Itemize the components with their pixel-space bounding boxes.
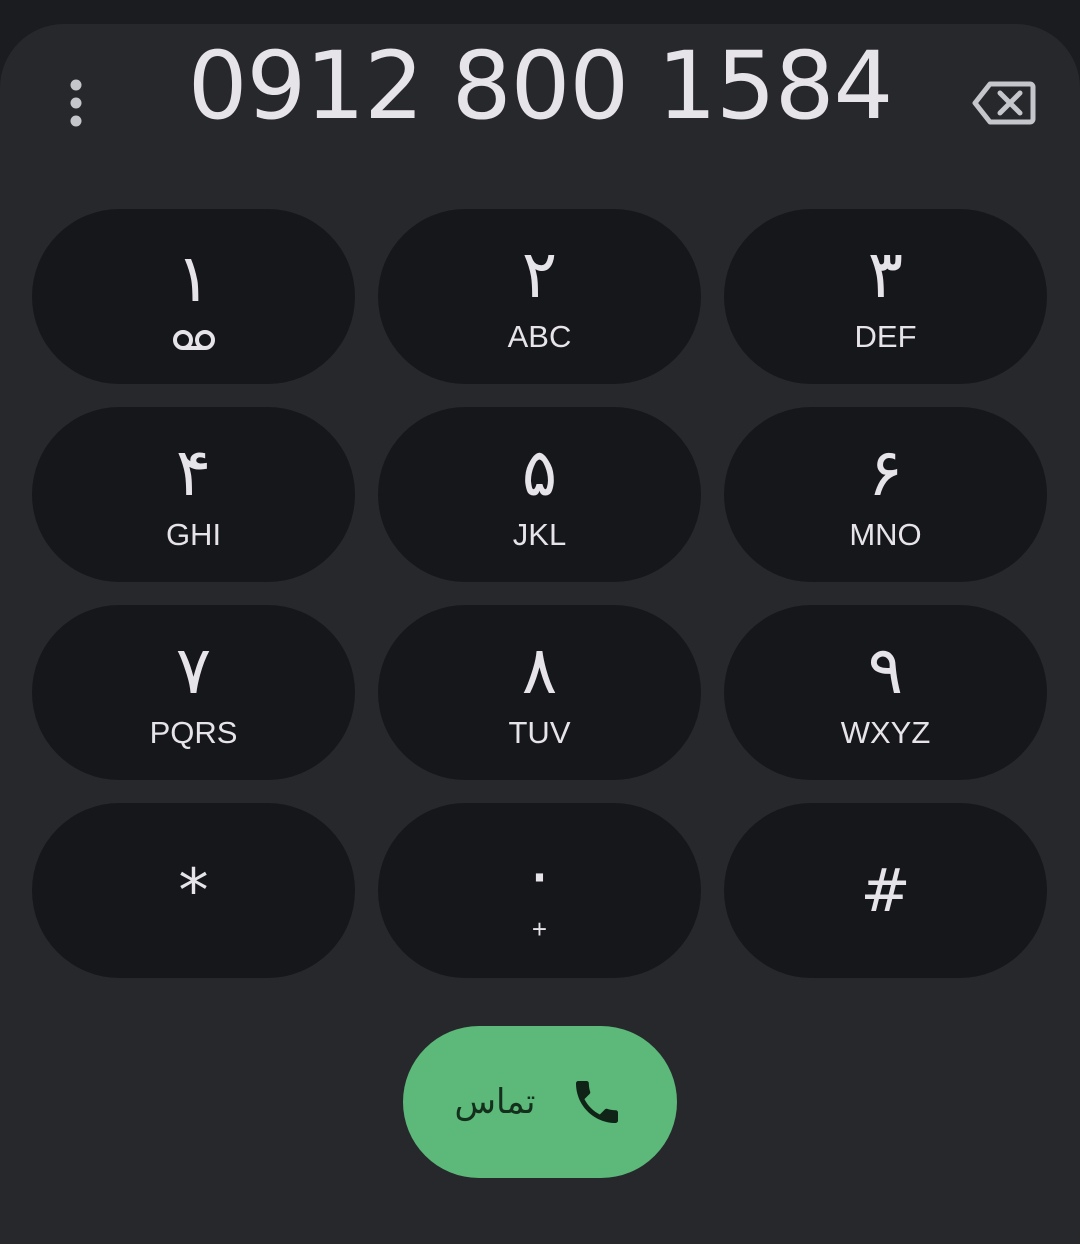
key-letters: +	[531, 913, 548, 944]
call-label: تماس	[454, 1082, 536, 1122]
key-9[interactable]: ۹ WXYZ	[724, 605, 1047, 780]
key-digit: ۸	[521, 631, 558, 709]
key-pound[interactable]: #	[724, 803, 1047, 978]
key-6[interactable]: ۶ MNO	[724, 407, 1047, 582]
dialer-header: 0912 800 1584	[0, 24, 1080, 154]
call-button[interactable]: تماس	[403, 1026, 677, 1178]
key-letters: PQRS	[149, 714, 238, 750]
key-digit: *	[178, 855, 209, 926]
key-letters: GHI	[165, 516, 222, 552]
key-letters: MNO	[849, 516, 922, 552]
key-digit: ۱	[175, 239, 212, 317]
dialed-number[interactable]: 0912 800 1584	[150, 32, 930, 142]
key-1[interactable]: ۱	[32, 209, 355, 384]
key-letters: ABC	[507, 318, 572, 354]
key-7[interactable]: ۷ PQRS	[32, 605, 355, 780]
key-8[interactable]: ۸ TUV	[378, 605, 701, 780]
key-digit: ۷	[175, 631, 212, 709]
key-3[interactable]: ۳ DEF	[724, 209, 1047, 384]
voicemail-icon	[172, 329, 215, 350]
key-digit: ۳	[867, 235, 904, 313]
key-5[interactable]: ۵ JKL	[378, 407, 701, 582]
key-letters: JKL	[512, 516, 567, 552]
key-4[interactable]: ۴ GHI	[32, 407, 355, 582]
more-options-button[interactable]	[46, 68, 106, 138]
key-digit: #	[860, 855, 911, 926]
key-letters: TUV	[508, 714, 571, 750]
key-letters: DEF	[854, 318, 917, 354]
dialpad: ۱ ۲ ABC ۳ DEF ۴ GHI ۵ JKL ۶ MNO ۷ PQRS ۸…	[32, 209, 1048, 978]
key-digit: ۹	[867, 631, 904, 709]
more-vert-icon	[70, 79, 82, 127]
backspace-button[interactable]	[964, 70, 1044, 136]
key-digit: ۲	[521, 235, 558, 313]
key-0[interactable]: ۰ +	[378, 803, 701, 978]
backspace-icon	[972, 81, 1036, 125]
key-digit: ۴	[175, 433, 212, 511]
key-letters: WXYZ	[840, 714, 931, 750]
key-star[interactable]: *	[32, 803, 355, 978]
key-2[interactable]: ۲ ABC	[378, 209, 701, 384]
key-digit: ۵	[521, 433, 558, 511]
key-digit: ۰	[521, 834, 558, 912]
key-digit: ۶	[867, 433, 904, 511]
phone-icon	[569, 1074, 625, 1130]
